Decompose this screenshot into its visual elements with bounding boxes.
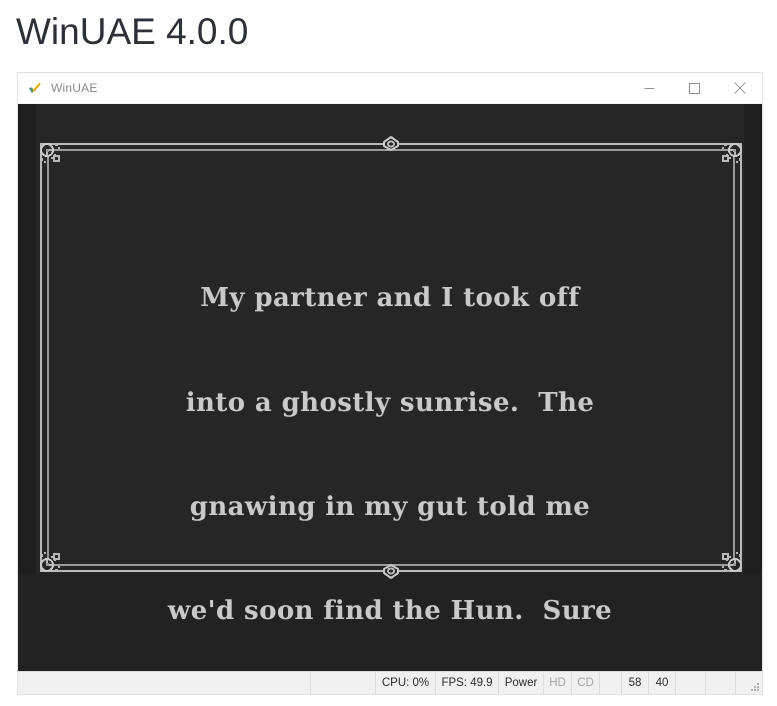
resize-grip-icon[interactable] [748, 680, 760, 692]
status-slot-2[interactable] [706, 672, 736, 694]
story-line: My partner and I took off [200, 283, 580, 314]
status-power[interactable]: Power [499, 672, 544, 694]
page-title: WinUAE 4.0.0 [16, 11, 249, 52]
close-button[interactable] [717, 74, 762, 103]
amiga-story-text: My partner and I took off into a ghostly… [18, 212, 762, 673]
ornate-corner-flourish-top-right [710, 141, 744, 175]
winuae-window: WinUAE My partner and I took off into a … [18, 73, 762, 694]
window-titlebar[interactable]: WinUAE [18, 73, 762, 104]
maximize-button[interactable] [672, 74, 717, 103]
ornate-diamond-medallion-top [376, 134, 406, 152]
ornate-corner-flourish-top-left [38, 141, 72, 175]
winuae-checkmark-icon [27, 80, 43, 96]
status-fps[interactable]: FPS: 49.9 [436, 672, 499, 694]
amiga-display-canvas[interactable]: My partner and I took off into a ghostly… [18, 104, 762, 673]
window-title-text: WinUAE [51, 81, 98, 95]
screenshot-root: WinUAE 4.0.0 WinUAE My partner and I too… [0, 0, 777, 706]
status-bar: CPU: 0% FPS: 49.9 Power HD CD 58 40 [18, 671, 762, 694]
story-line: we'd soon find the Hun. Sure [167, 595, 613, 626]
status-slot-1[interactable] [676, 672, 706, 694]
status-cd[interactable]: CD [572, 672, 600, 694]
minimize-button[interactable] [627, 74, 672, 103]
status-blank-left [18, 672, 311, 694]
status-track-58[interactable]: 58 [622, 672, 649, 694]
status-hd[interactable]: HD [544, 672, 572, 694]
story-line: into a ghostly sunrise. The [185, 387, 595, 418]
status-cpu[interactable]: CPU: 0% [376, 672, 436, 694]
status-track-40[interactable]: 40 [649, 672, 676, 694]
minimize-icon [644, 83, 655, 94]
status-df0[interactable] [600, 672, 622, 694]
maximize-icon [689, 82, 700, 94]
close-icon [733, 82, 746, 94]
story-line: gnawing in my gut told me [189, 491, 591, 522]
status-blank-2 [311, 672, 376, 694]
